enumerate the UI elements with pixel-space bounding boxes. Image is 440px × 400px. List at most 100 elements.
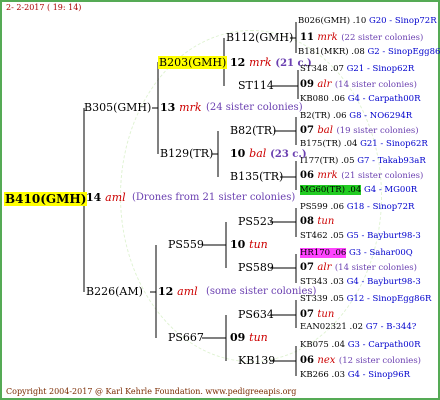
leaf-b181-name: B181(MKR) .08 [298, 47, 365, 57]
sire-gen-number: 13 [160, 101, 176, 114]
copyright-footer: Copyright 2004-2017 @ Karl Kehrle Founda… [6, 387, 297, 396]
queen-b203: B203(GMH) [158, 56, 228, 69]
leaf-kb080-loc: G4 - Carpath00R [347, 94, 421, 104]
leaf-b181-loc: G2 - SinopEgg86R [367, 47, 440, 57]
ps667-generation: 09 tun [230, 332, 268, 343]
sire-queen: B305(GMH) [84, 101, 152, 114]
leaf-b181: B181(MKR) .08 G2 - SinopEgg86R [298, 48, 440, 57]
leaf-hr170: HR170 .06 G3 - Sahar00Q [300, 248, 413, 258]
queen-ps667: PS667 [168, 331, 204, 344]
ps559-gen-number: 10 [230, 238, 246, 251]
leaf-kb266-name: KB266 .03 [300, 370, 346, 380]
st114-generation: 09 alr (14 sister colonies) [300, 80, 417, 90]
ps589-gen-number: 07 [300, 262, 314, 273]
leaf-st343-name: ST343 .03 [300, 277, 344, 287]
leaf-hr170-name: HR170 .06 [300, 248, 347, 258]
root-generation: 14 aml [86, 192, 126, 203]
b112-generation: 11 mrk (22 sister colonies) [300, 33, 423, 43]
queen-b112: B112(GMH) [226, 31, 294, 44]
leaf-ps599-name: PS599 .06 [300, 202, 344, 212]
leaf-i177: I177(TR) .05 G7 - Takab93aR [300, 157, 426, 166]
root-note: (Drones from 21 sister colonies) [132, 192, 296, 203]
leaf-b2-loc: G8 - NO6294R [349, 111, 413, 121]
b135-note: (21 sister colonies) [341, 171, 424, 181]
queen-ps634: PS634 [238, 308, 274, 321]
leaf-st339-name: ST339 .05 [300, 294, 344, 304]
queen-ps589: PS589 [238, 261, 274, 274]
b135-mark: mrk [317, 170, 338, 181]
b82-note: (19 sister colonies) [336, 126, 419, 136]
leaf-mg60: MG60(TR) .04 G4 - MG00R [300, 185, 418, 195]
st114-gen-number: 09 [300, 79, 314, 90]
ps667-mark: tun [249, 331, 268, 344]
dam-mark: aml [177, 285, 198, 298]
leaf-kb075: KB075 .04 G3 - Carpath00R [300, 341, 420, 350]
dam-gen-number: 12 [158, 285, 174, 298]
queen-b129: B129(TR) [160, 147, 214, 160]
root-mark: aml [105, 191, 126, 204]
ps634-generation: 07 tun [300, 310, 334, 320]
queen-st114: ST114 [238, 79, 274, 92]
leaf-mg60-loc: G4 - MG00R [363, 185, 418, 195]
leaf-st348-name: ST348 .07 [300, 64, 344, 74]
leaf-st339-loc: G12 - SinopEgg86R [346, 294, 432, 304]
ps559-mark: tun [249, 238, 268, 251]
kb139-generation: 06 nex (12 sister colonies) [300, 356, 421, 366]
leaf-kb080: KB080 .06 G4 - Carpath00R [300, 95, 420, 104]
ps559-generation: 10 tun [230, 239, 268, 250]
b82-generation: 07 bal (19 sister colonies) [300, 126, 419, 136]
leaf-kb266-loc: G4 - Sinop96R [347, 370, 411, 380]
leaf-ps599-loc: G18 - Sinop72R [346, 202, 415, 212]
b82-mark: bal [317, 125, 333, 136]
leaf-b175: B175(TR) .04 G21 - Sinop62R [300, 140, 428, 149]
b129-generation: 10 bal (23 c.) [230, 148, 307, 160]
leaf-b026-name: B026(GMH) .10 [298, 16, 367, 26]
leaf-ean02321-loc: G7 - B-344? [365, 322, 417, 332]
dam-generation: 12 aml [158, 286, 198, 297]
leaf-ps599: PS599 .06 G18 - Sinop72R [300, 203, 414, 212]
b129-gen-number: 10 [230, 147, 246, 160]
sire-generation: 13 mrk [160, 102, 202, 113]
leaf-kb075-loc: G3 - Carpath00R [347, 340, 421, 350]
b112-note: (22 sister colonies) [341, 33, 424, 43]
b135-generation: 06 mrk (21 sister colonies) [300, 171, 423, 181]
root-gen-number: 14 [86, 191, 102, 204]
leaf-st339: ST339 .05 G12 - SinopEgg86R [300, 295, 431, 304]
b203-mark: mrk [249, 56, 272, 69]
dam-queen: B226(AM) [86, 285, 143, 298]
b203-gen-number: 12 [230, 56, 246, 69]
leaf-kb266: KB266 .03 G4 - Sinop96R [300, 371, 410, 380]
leaf-b175-loc: G21 - Sinop62R [360, 139, 428, 149]
leaf-mg60-name: MG60(TR) .04 [300, 185, 362, 195]
b129-mark: bal [249, 147, 267, 160]
queen-b82: B82(TR) [230, 124, 277, 137]
leaf-b175-name: B175(TR) .04 [300, 139, 358, 149]
ps589-note: (14 sister colonies) [334, 263, 417, 273]
leaf-b2-name: B2(TR) .06 [300, 111, 347, 121]
pedigree-canvas: { "header": { "date": "2- 2-2017 ( 19: 1… [0, 0, 440, 400]
leaf-b026: B026(GMH) .10 G20 - Sinop72R [298, 17, 437, 26]
b82-gen-number: 07 [300, 125, 314, 136]
kb139-mark: nex [317, 355, 336, 366]
sire-mark: mrk [179, 101, 202, 114]
st114-note: (14 sister colonies) [334, 80, 417, 90]
queen-ps523: PS523 [238, 215, 274, 228]
b135-gen-number: 06 [300, 170, 314, 181]
kb139-note: (12 sister colonies) [338, 356, 421, 366]
leaf-ean02321: EAN02321 .02 G7 - B-344? [300, 323, 416, 332]
leaf-ean02321-name: EAN02321 .02 [300, 322, 364, 332]
ps523-generation: 08 tun [300, 217, 334, 227]
sire-note: (24 sister colonies) [206, 102, 303, 113]
leaf-st348-loc: G21 - Sinop62R [346, 64, 415, 74]
leaf-b026-loc: G20 - Sinop72R [368, 16, 437, 26]
leaf-st343: ST343 .03 G4 - Bayburt98-3 [300, 278, 421, 287]
print-date: 2- 2-2017 ( 19: 14) [6, 3, 82, 12]
b112-mark: mrk [317, 32, 338, 43]
leaf-st462-name: ST462 .05 [300, 231, 344, 241]
st114-mark: alr [317, 79, 332, 90]
ps589-generation: 07 alr (14 sister colonies) [300, 263, 417, 273]
leaf-st348: ST348 .07 G21 - Sinop62R [300, 65, 414, 74]
leaf-kb075-name: KB075 .04 [300, 340, 346, 350]
ps667-gen-number: 09 [230, 331, 246, 344]
root-queen: B410(GMH) [4, 192, 88, 206]
